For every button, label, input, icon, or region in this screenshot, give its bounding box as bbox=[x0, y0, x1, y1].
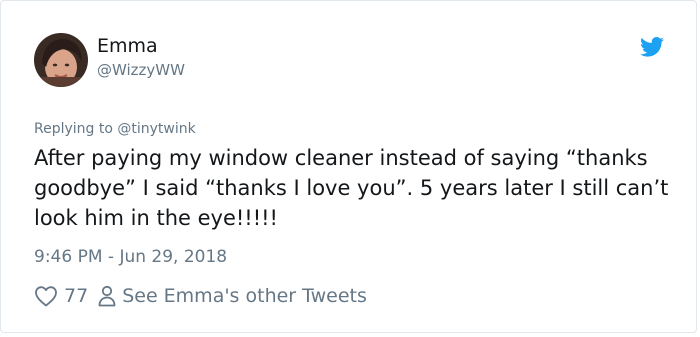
see-other-tweets-link[interactable]: See Emma's other Tweets bbox=[122, 285, 367, 307]
twitter-bird-icon[interactable] bbox=[640, 37, 664, 57]
tweet-actions: 77 See Emma's other Tweets bbox=[34, 283, 367, 309]
tweet-timestamp[interactable]: 9:46 PM - Jun 29, 2018 bbox=[34, 247, 227, 267]
display-name[interactable]: Emma bbox=[97, 35, 158, 57]
avatar[interactable] bbox=[34, 33, 88, 87]
like-count[interactable]: 77 bbox=[64, 285, 88, 307]
person-icon[interactable] bbox=[98, 285, 116, 307]
heart-icon[interactable] bbox=[34, 285, 58, 307]
tweet-card: Emma @WizzyWW Replying to @tinytwink Aft… bbox=[0, 0, 697, 333]
user-handle[interactable]: @WizzyWW bbox=[97, 61, 185, 79]
tweet-text: After paying my window cleaner instead o… bbox=[34, 146, 669, 230]
replying-to[interactable]: Replying to @tinytwink bbox=[34, 121, 196, 137]
